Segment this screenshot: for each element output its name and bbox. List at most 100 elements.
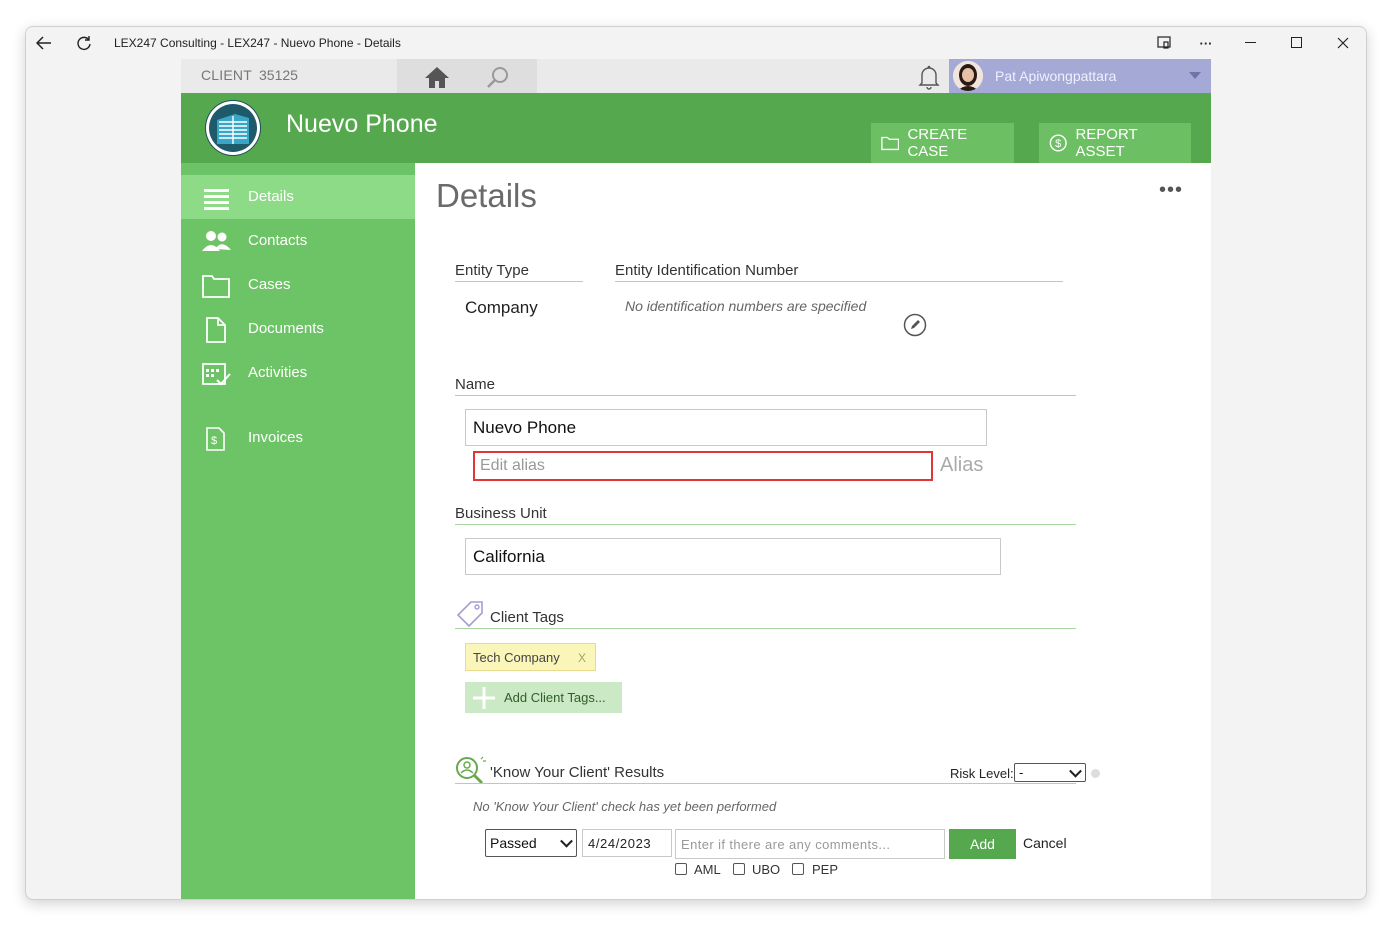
- add-client-tags-button[interactable]: Add Client Tags...: [465, 682, 622, 713]
- report-asset-button[interactable]: $ REPORT ASSET: [1039, 123, 1191, 163]
- kyc-add-button[interactable]: Add: [949, 829, 1016, 859]
- kyc-status-value: Passed: [490, 835, 537, 851]
- aml-checkbox[interactable]: [675, 863, 687, 875]
- bell-icon[interactable]: [917, 64, 941, 90]
- ubo-checkbox[interactable]: [733, 863, 745, 875]
- page-title: Details: [436, 177, 537, 214]
- list-icon: [204, 189, 229, 210]
- user-name: Pat Apiwongpattara: [995, 68, 1117, 84]
- invoice-icon: $: [206, 427, 225, 451]
- client-label: CLIENT: [201, 67, 252, 83]
- entity-type-value: Company: [465, 298, 538, 317]
- client-tags-label: Client Tags: [490, 609, 564, 626]
- home-icon: [425, 67, 449, 88]
- home-button[interactable]: [397, 59, 477, 93]
- alias-label: Alias: [940, 454, 984, 476]
- chevron-down-icon: [560, 834, 573, 848]
- sidebar-item-cases[interactable]: Cases: [181, 263, 415, 307]
- maximize-icon[interactable]: [1283, 31, 1311, 55]
- sidebar-item-label: Details: [248, 188, 294, 205]
- divider: [455, 628, 1076, 629]
- business-unit-label: Business Unit: [455, 505, 547, 522]
- client-banner: Nuevo Phone CREATE CASE $ REPORT ASSET: [181, 93, 1211, 163]
- refresh-icon[interactable]: [70, 31, 98, 55]
- contacts-icon: [202, 231, 231, 251]
- sidebar-item-label: Cases: [248, 276, 291, 293]
- aml-label: AML: [694, 862, 721, 877]
- divider: [455, 281, 583, 282]
- folder-icon: [881, 136, 900, 151]
- client-id: 35125: [259, 67, 298, 83]
- tag-icon: [456, 601, 483, 628]
- create-case-label: CREATE CASE: [907, 126, 968, 160]
- risk-level-label: Risk Level:: [950, 766, 1014, 781]
- search-icon: [487, 67, 508, 88]
- alias-input[interactable]: Edit alias: [473, 451, 933, 481]
- kyc-comment-input[interactable]: Enter if there are any comments...: [675, 829, 945, 859]
- divider: [455, 524, 1076, 525]
- top-bar: CLIENT 35125 Pat Apiwongpattara: [181, 59, 1211, 93]
- kyc-date-input[interactable]: 4/24/2023: [582, 829, 672, 857]
- folder-icon: [202, 275, 230, 298]
- minimize-icon[interactable]: [1237, 31, 1265, 55]
- report-asset-label: REPORT ASSET: [1075, 126, 1138, 160]
- company-title: Nuevo Phone: [286, 110, 438, 138]
- divider: [455, 395, 1076, 396]
- sidebar-item-label: Documents: [248, 320, 324, 337]
- app-window: LEX247 Consulting - LEX247 - Nuevo Phone…: [25, 26, 1367, 900]
- chevron-down-icon: [1189, 72, 1201, 79]
- entity-id-label: Entity Identification Number: [615, 262, 799, 279]
- divider: [615, 281, 1063, 282]
- user-menu[interactable]: Pat Apiwongpattara: [949, 59, 1211, 93]
- sidebar-item-label: Invoices: [248, 429, 304, 446]
- add-client-tags-label: Add Client Tags...: [504, 690, 606, 705]
- kyc-status-select[interactable]: Passed: [485, 829, 577, 857]
- cast-icon[interactable]: [1150, 31, 1178, 55]
- client-tag-label: Tech Company: [473, 649, 560, 665]
- plus-icon: [473, 686, 495, 709]
- close-icon[interactable]: [1329, 31, 1357, 55]
- kyc-cancel-link[interactable]: Cancel: [1023, 835, 1067, 851]
- name-label: Name: [455, 376, 496, 393]
- business-unit-input[interactable]: California: [465, 538, 1001, 575]
- sidebar-item-activities[interactable]: Activities: [181, 351, 415, 395]
- remove-tag-button[interactable]: X: [578, 651, 586, 665]
- svg-text:$: $: [211, 435, 217, 447]
- chevron-down-icon: [1069, 764, 1082, 778]
- pep-checkbox[interactable]: [792, 863, 804, 875]
- back-arrow-icon[interactable]: [30, 31, 58, 55]
- company-logo: [205, 100, 261, 156]
- avatar: [953, 61, 983, 91]
- app-content: CLIENT 35125 Pat Apiwongpattara Nuevo Ph…: [181, 59, 1211, 899]
- sidebar-item-contacts[interactable]: Contacts: [181, 219, 415, 263]
- document-icon: [206, 317, 226, 343]
- risk-indicator: [1091, 769, 1100, 778]
- divider: [455, 783, 1076, 784]
- details-panel: Details ••• Entity Type Company Entity I…: [415, 163, 1211, 899]
- sidebar-item-documents[interactable]: Documents: [181, 307, 415, 351]
- edit-pencil-icon[interactable]: [903, 313, 927, 337]
- sidebar-item-invoices[interactable]: $ Invoices: [181, 416, 415, 460]
- sidebar-item-label: Contacts: [248, 232, 308, 249]
- title-bar: LEX247 Consulting - LEX247 - Nuevo Phone…: [26, 27, 1366, 59]
- search-button[interactable]: [477, 59, 537, 93]
- more-menu-icon[interactable]: •••: [1159, 179, 1183, 202]
- sidebar-item-label: Activities: [248, 364, 308, 381]
- kyc-note: No 'Know Your Client' check has yet been…: [473, 799, 777, 814]
- create-case-button[interactable]: CREATE CASE: [871, 123, 1014, 163]
- ubo-label: UBO: [752, 862, 781, 877]
- risk-level-select[interactable]: -: [1014, 763, 1086, 782]
- name-input[interactable]: Nuevo Phone: [465, 409, 987, 446]
- client-tag: Tech Company X: [465, 643, 596, 671]
- sidebar-item-details[interactable]: Details: [181, 175, 415, 219]
- sidebar: Details Contacts Cases Documents Activit…: [181, 163, 415, 899]
- risk-level-value: -: [1019, 765, 1024, 780]
- more-options-icon[interactable]: ···: [1192, 31, 1220, 55]
- kyc-label: 'Know Your Client' Results: [490, 764, 665, 781]
- window-title: LEX247 Consulting - LEX247 - Nuevo Phone…: [114, 36, 401, 50]
- pep-label: PEP: [812, 862, 839, 877]
- entity-id-note: No identification numbers are specified: [625, 298, 867, 314]
- calendar-check-icon: [202, 363, 231, 386]
- svg-text:$: $: [1055, 138, 1061, 150]
- entity-type-label: Entity Type: [455, 262, 529, 279]
